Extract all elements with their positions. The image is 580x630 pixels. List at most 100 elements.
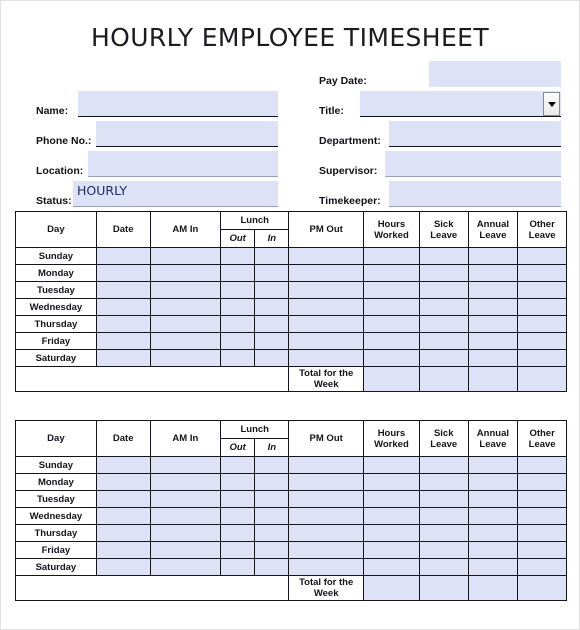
cell-am-in[interactable] [149, 473, 222, 491]
cell-hours-worked[interactable] [362, 558, 420, 576]
field-department-input[interactable] [389, 121, 561, 147]
cell-am-in[interactable] [149, 524, 222, 542]
field-location-input[interactable] [88, 151, 278, 177]
cell-date[interactable] [95, 558, 151, 576]
cell-lunch-in[interactable] [254, 298, 290, 316]
cell-sick-leave[interactable] [418, 349, 469, 367]
cell-hours-worked[interactable] [362, 298, 420, 316]
total-annual-leave[interactable] [467, 575, 519, 601]
cell-other-leave[interactable] [517, 298, 567, 316]
cell-lunch-in[interactable] [254, 507, 290, 525]
cell-am-in[interactable] [149, 315, 222, 333]
cell-other-leave[interactable] [517, 264, 567, 282]
cell-am-in[interactable] [149, 332, 222, 350]
field-name-input[interactable] [78, 91, 278, 117]
cell-date[interactable] [95, 507, 151, 525]
cell-lunch-in[interactable] [254, 524, 290, 542]
cell-lunch-out[interactable] [220, 332, 256, 350]
cell-lunch-in[interactable] [254, 456, 290, 474]
cell-am-in[interactable] [149, 298, 222, 316]
total-annual-leave[interactable] [467, 366, 519, 392]
cell-date[interactable] [95, 264, 151, 282]
cell-other-leave[interactable] [517, 490, 567, 508]
cell-sick-leave[interactable] [418, 558, 469, 576]
cell-lunch-in[interactable] [254, 349, 290, 367]
cell-date[interactable] [95, 281, 151, 299]
cell-other-leave[interactable] [517, 332, 567, 350]
cell-pm-out[interactable] [288, 315, 364, 333]
cell-date[interactable] [95, 349, 151, 367]
cell-pm-out[interactable] [288, 524, 364, 542]
cell-lunch-in[interactable] [254, 332, 290, 350]
cell-annual-leave[interactable] [467, 524, 519, 542]
cell-other-leave[interactable] [517, 541, 567, 559]
cell-lunch-in[interactable] [254, 281, 290, 299]
cell-lunch-in[interactable] [254, 558, 290, 576]
cell-lunch-out[interactable] [220, 541, 256, 559]
cell-lunch-out[interactable] [220, 298, 256, 316]
cell-annual-leave[interactable] [467, 541, 519, 559]
field-supervisor-input[interactable] [385, 151, 561, 177]
cell-hours-worked[interactable] [362, 264, 420, 282]
cell-annual-leave[interactable] [467, 315, 519, 333]
cell-pm-out[interactable] [288, 349, 364, 367]
cell-hours-worked[interactable] [362, 524, 420, 542]
cell-date[interactable] [95, 332, 151, 350]
cell-hours-worked[interactable] [362, 507, 420, 525]
cell-date[interactable] [95, 524, 151, 542]
cell-am-in[interactable] [149, 247, 222, 265]
cell-hours-worked[interactable] [362, 349, 420, 367]
cell-pm-out[interactable] [288, 490, 364, 508]
cell-pm-out[interactable] [288, 473, 364, 491]
total-hours-worked[interactable] [362, 575, 420, 601]
cell-lunch-out[interactable] [220, 507, 256, 525]
cell-hours-worked[interactable] [362, 473, 420, 491]
field-timekeeper-input[interactable] [389, 181, 561, 207]
cell-lunch-in[interactable] [254, 473, 290, 491]
cell-am-in[interactable] [149, 456, 222, 474]
cell-other-leave[interactable] [517, 456, 567, 474]
cell-am-in[interactable] [149, 490, 222, 508]
cell-lunch-out[interactable] [220, 349, 256, 367]
cell-pm-out[interactable] [288, 332, 364, 350]
cell-lunch-out[interactable] [220, 524, 256, 542]
cell-sick-leave[interactable] [418, 524, 469, 542]
cell-lunch-in[interactable] [254, 490, 290, 508]
cell-lunch-out[interactable] [220, 315, 256, 333]
cell-annual-leave[interactable] [467, 558, 519, 576]
cell-lunch-out[interactable] [220, 264, 256, 282]
cell-other-leave[interactable] [517, 473, 567, 491]
cell-date[interactable] [95, 473, 151, 491]
cell-date[interactable] [95, 298, 151, 316]
field-status-input[interactable]: HOURLY [73, 181, 278, 207]
cell-lunch-in[interactable] [254, 315, 290, 333]
cell-pm-out[interactable] [288, 456, 364, 474]
cell-sick-leave[interactable] [418, 315, 469, 333]
cell-lunch-in[interactable] [254, 264, 290, 282]
cell-date[interactable] [95, 315, 151, 333]
cell-sick-leave[interactable] [418, 541, 469, 559]
cell-other-leave[interactable] [517, 247, 567, 265]
cell-am-in[interactable] [149, 541, 222, 559]
total-other-leave[interactable] [517, 575, 567, 601]
cell-am-in[interactable] [149, 349, 222, 367]
cell-other-leave[interactable] [517, 507, 567, 525]
cell-annual-leave[interactable] [467, 473, 519, 491]
cell-hours-worked[interactable] [362, 247, 420, 265]
field-pay-date-input[interactable] [429, 61, 561, 87]
field-phone-input[interactable] [96, 121, 278, 147]
cell-annual-leave[interactable] [467, 456, 519, 474]
cell-am-in[interactable] [149, 281, 222, 299]
cell-sick-leave[interactable] [418, 473, 469, 491]
cell-date[interactable] [95, 490, 151, 508]
cell-lunch-out[interactable] [220, 247, 256, 265]
cell-annual-leave[interactable] [467, 490, 519, 508]
cell-other-leave[interactable] [517, 349, 567, 367]
cell-hours-worked[interactable] [362, 541, 420, 559]
cell-sick-leave[interactable] [418, 456, 469, 474]
cell-annual-leave[interactable] [467, 332, 519, 350]
cell-sick-leave[interactable] [418, 281, 469, 299]
cell-annual-leave[interactable] [467, 349, 519, 367]
cell-lunch-out[interactable] [220, 473, 256, 491]
cell-hours-worked[interactable] [362, 281, 420, 299]
